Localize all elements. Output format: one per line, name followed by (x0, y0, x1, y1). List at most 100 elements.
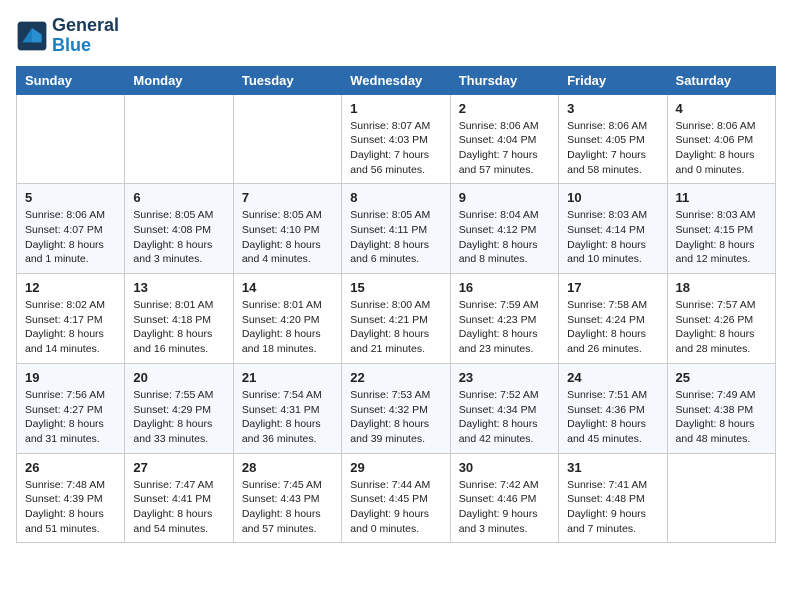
day-number: 7 (242, 190, 333, 205)
calendar-cell: 24 Sunrise: 7:51 AM Sunset: 4:36 PM Dayli… (559, 363, 667, 453)
day-info: Sunrise: 7:45 AM Sunset: 4:43 PM Dayligh… (242, 478, 333, 537)
calendar-cell (667, 453, 775, 543)
day-number: 3 (567, 101, 658, 116)
day-info: Sunrise: 7:44 AM Sunset: 4:45 PM Dayligh… (350, 478, 441, 537)
calendar-cell (17, 94, 125, 184)
calendar: SundayMondayTuesdayWednesdayThursdayFrid… (16, 66, 776, 544)
calendar-day-header: Tuesday (233, 66, 341, 94)
calendar-cell (233, 94, 341, 184)
calendar-day-header: Friday (559, 66, 667, 94)
day-number: 27 (133, 460, 224, 475)
day-number: 21 (242, 370, 333, 385)
day-info: Sunrise: 7:54 AM Sunset: 4:31 PM Dayligh… (242, 388, 333, 447)
day-number: 23 (459, 370, 550, 385)
day-info: Sunrise: 8:01 AM Sunset: 4:20 PM Dayligh… (242, 298, 333, 357)
calendar-cell: 14 Sunrise: 8:01 AM Sunset: 4:20 PM Dayli… (233, 274, 341, 364)
day-number: 26 (25, 460, 116, 475)
day-info: Sunrise: 7:52 AM Sunset: 4:34 PM Dayligh… (459, 388, 550, 447)
day-info: Sunrise: 8:06 AM Sunset: 4:05 PM Dayligh… (567, 119, 658, 178)
calendar-cell: 30Sunrise: 7:42 AM Sunset: 4:46 PM Dayli… (450, 453, 558, 543)
calendar-cell: 27 Sunrise: 7:47 AM Sunset: 4:41 PM Dayli… (125, 453, 233, 543)
day-info: Sunrise: 7:47 AM Sunset: 4:41 PM Dayligh… (133, 478, 224, 537)
calendar-day-header: Sunday (17, 66, 125, 94)
calendar-day-header: Wednesday (342, 66, 450, 94)
day-info: Sunrise: 7:56 AM Sunset: 4:27 PM Dayligh… (25, 388, 116, 447)
day-info: Sunrise: 8:03 AM Sunset: 4:14 PM Dayligh… (567, 208, 658, 267)
calendar-cell: 5 Sunrise: 8:06 AM Sunset: 4:07 PM Daylig… (17, 184, 125, 274)
calendar-cell: 10Sunrise: 8:03 AM Sunset: 4:14 PM Dayli… (559, 184, 667, 274)
calendar-week-row: 19Sunrise: 7:56 AM Sunset: 4:27 PM Dayli… (17, 363, 776, 453)
calendar-cell: 23 Sunrise: 7:52 AM Sunset: 4:34 PM Dayli… (450, 363, 558, 453)
day-number: 16 (459, 280, 550, 295)
day-info: Sunrise: 7:57 AM Sunset: 4:26 PM Dayligh… (676, 298, 767, 357)
day-number: 28 (242, 460, 333, 475)
day-info: Sunrise: 8:07 AM Sunset: 4:03 PM Dayligh… (350, 119, 441, 178)
day-info: Sunrise: 7:41 AM Sunset: 4:48 PM Dayligh… (567, 478, 658, 537)
calendar-cell: 15Sunrise: 8:00 AM Sunset: 4:21 PM Dayli… (342, 274, 450, 364)
day-info: Sunrise: 8:01 AM Sunset: 4:18 PM Dayligh… (133, 298, 224, 357)
day-info: Sunrise: 7:51 AM Sunset: 4:36 PM Dayligh… (567, 388, 658, 447)
day-number: 25 (676, 370, 767, 385)
calendar-header-row: SundayMondayTuesdayWednesdayThursdayFrid… (17, 66, 776, 94)
calendar-cell: 16 Sunrise: 7:59 AM Sunset: 4:23 PM Dayli… (450, 274, 558, 364)
calendar-cell: 29 Sunrise: 7:44 AM Sunset: 4:45 PM Dayli… (342, 453, 450, 543)
day-number: 8 (350, 190, 441, 205)
day-info: Sunrise: 8:06 AM Sunset: 4:07 PM Dayligh… (25, 208, 116, 267)
day-info: Sunrise: 8:06 AM Sunset: 4:06 PM Dayligh… (676, 119, 767, 178)
day-number: 12 (25, 280, 116, 295)
logo: General Blue (16, 16, 119, 56)
day-number: 18 (676, 280, 767, 295)
calendar-cell: 2Sunrise: 8:06 AM Sunset: 4:04 PM Daylig… (450, 94, 558, 184)
calendar-week-row: 5 Sunrise: 8:06 AM Sunset: 4:07 PM Daylig… (17, 184, 776, 274)
logo-blue: Blue (52, 35, 91, 55)
page-header: General Blue (16, 16, 776, 56)
calendar-cell: 17Sunrise: 7:58 AM Sunset: 4:24 PM Dayli… (559, 274, 667, 364)
day-number: 20 (133, 370, 224, 385)
calendar-day-header: Monday (125, 66, 233, 94)
calendar-cell: 22 Sunrise: 7:53 AM Sunset: 4:32 PM Dayli… (342, 363, 450, 453)
calendar-cell: 28 Sunrise: 7:45 AM Sunset: 4:43 PM Dayli… (233, 453, 341, 543)
calendar-week-row: 26 Sunrise: 7:48 AM Sunset: 4:39 PM Dayli… (17, 453, 776, 543)
day-info: Sunrise: 7:58 AM Sunset: 4:24 PM Dayligh… (567, 298, 658, 357)
calendar-week-row: 1Sunrise: 8:07 AM Sunset: 4:03 PM Daylig… (17, 94, 776, 184)
calendar-day-header: Thursday (450, 66, 558, 94)
day-info: Sunrise: 7:55 AM Sunset: 4:29 PM Dayligh… (133, 388, 224, 447)
day-info: Sunrise: 8:06 AM Sunset: 4:04 PM Dayligh… (459, 119, 550, 178)
calendar-cell: 12Sunrise: 8:02 AM Sunset: 4:17 PM Dayli… (17, 274, 125, 364)
day-number: 31 (567, 460, 658, 475)
calendar-cell: 11 Sunrise: 8:03 AM Sunset: 4:15 PM Dayli… (667, 184, 775, 274)
calendar-cell: 13 Sunrise: 8:01 AM Sunset: 4:18 PM Dayli… (125, 274, 233, 364)
day-info: Sunrise: 7:49 AM Sunset: 4:38 PM Dayligh… (676, 388, 767, 447)
day-number: 29 (350, 460, 441, 475)
day-number: 24 (567, 370, 658, 385)
calendar-cell: 8 Sunrise: 8:05 AM Sunset: 4:11 PM Daylig… (342, 184, 450, 274)
day-number: 5 (25, 190, 116, 205)
calendar-cell: 25 Sunrise: 7:49 AM Sunset: 4:38 PM Dayli… (667, 363, 775, 453)
calendar-cell: 7 Sunrise: 8:05 AM Sunset: 4:10 PM Daylig… (233, 184, 341, 274)
day-number: 9 (459, 190, 550, 205)
day-info: Sunrise: 8:04 AM Sunset: 4:12 PM Dayligh… (459, 208, 550, 267)
calendar-cell: 20 Sunrise: 7:55 AM Sunset: 4:29 PM Dayli… (125, 363, 233, 453)
calendar-cell: 31 Sunrise: 7:41 AM Sunset: 4:48 PM Dayli… (559, 453, 667, 543)
day-number: 14 (242, 280, 333, 295)
calendar-cell (125, 94, 233, 184)
day-info: Sunrise: 7:53 AM Sunset: 4:32 PM Dayligh… (350, 388, 441, 447)
day-number: 4 (676, 101, 767, 116)
calendar-cell: 9 Sunrise: 8:04 AM Sunset: 4:12 PM Daylig… (450, 184, 558, 274)
calendar-cell: 6Sunrise: 8:05 AM Sunset: 4:08 PM Daylig… (125, 184, 233, 274)
day-number: 13 (133, 280, 224, 295)
calendar-cell: 26 Sunrise: 7:48 AM Sunset: 4:39 PM Dayli… (17, 453, 125, 543)
calendar-day-header: Saturday (667, 66, 775, 94)
day-info: Sunrise: 7:59 AM Sunset: 4:23 PM Dayligh… (459, 298, 550, 357)
day-info: Sunrise: 8:05 AM Sunset: 4:10 PM Dayligh… (242, 208, 333, 267)
day-info: Sunrise: 8:05 AM Sunset: 4:11 PM Dayligh… (350, 208, 441, 267)
day-number: 22 (350, 370, 441, 385)
day-info: Sunrise: 7:48 AM Sunset: 4:39 PM Dayligh… (25, 478, 116, 537)
logo-general: General (52, 15, 119, 35)
calendar-cell: 1Sunrise: 8:07 AM Sunset: 4:03 PM Daylig… (342, 94, 450, 184)
day-info: Sunrise: 8:03 AM Sunset: 4:15 PM Dayligh… (676, 208, 767, 267)
calendar-cell: 21 Sunrise: 7:54 AM Sunset: 4:31 PM Dayli… (233, 363, 341, 453)
day-number: 6 (133, 190, 224, 205)
calendar-cell: 19Sunrise: 7:56 AM Sunset: 4:27 PM Dayli… (17, 363, 125, 453)
day-number: 11 (676, 190, 767, 205)
